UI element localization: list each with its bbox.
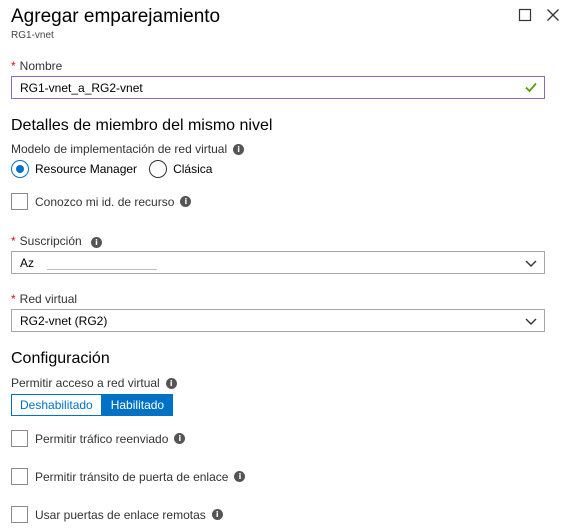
deployment-model-label: Modelo de implementación de red virtual …	[11, 142, 245, 156]
vnet-access-toggle: Deshabilitado Habilitado	[11, 394, 174, 416]
resource-id-checkbox[interactable]: Conozco mi id. de recurso i	[11, 193, 192, 210]
page-title: Agregar emparejamiento	[11, 6, 221, 27]
redacted-area	[47, 255, 157, 270]
required-asterisk: *	[11, 59, 16, 73]
info-icon[interactable]: i	[233, 143, 245, 155]
subscription-label: * Suscripción i	[11, 234, 103, 248]
checkbox-box[interactable]	[11, 468, 28, 485]
subscription-value: Az	[20, 256, 35, 270]
name-label: * Nombre	[11, 59, 63, 73]
required-asterisk: *	[11, 292, 16, 306]
radio-selected-icon	[11, 160, 29, 178]
radio-unselected-icon	[149, 160, 168, 178]
toggle-enabled-option[interactable]: Habilitado	[101, 394, 174, 416]
page-subtitle: RG1-vnet	[11, 30, 54, 41]
info-icon[interactable]: i	[234, 471, 246, 482]
chevron-down-icon	[525, 315, 537, 330]
virtual-network-select[interactable]: RG2-vnet (RG2)	[11, 309, 545, 332]
maximize-icon[interactable]	[518, 8, 534, 24]
name-input[interactable]: RG1-vnet_a_RG2-vnet	[11, 76, 545, 99]
allow-forwarded-traffic-checkbox[interactable]: Permitir tráfico reenviado i	[11, 430, 186, 447]
radio-classic[interactable]: Clásica	[149, 160, 212, 178]
info-icon[interactable]: i	[174, 433, 186, 444]
name-input-value: RG1-vnet_a_RG2-vnet	[20, 81, 143, 95]
virtual-network-value: RG2-vnet (RG2)	[20, 314, 108, 328]
info-icon[interactable]: i	[180, 196, 192, 207]
info-icon[interactable]: i	[165, 377, 177, 389]
checkbox-box[interactable]	[11, 193, 28, 210]
info-icon[interactable]: i	[91, 237, 103, 248]
close-icon[interactable]	[546, 8, 562, 24]
use-remote-gateways-checkbox[interactable]: Usar puertas de enlace remotas i	[11, 506, 223, 523]
virtual-network-label: * Red virtual	[11, 292, 78, 306]
allow-gateway-transit-checkbox[interactable]: Permitir tránsito de puerta de enlace i	[11, 468, 246, 485]
required-asterisk: *	[11, 234, 16, 248]
deployment-model-radio-group: Resource Manager Clásica	[11, 160, 224, 178]
toggle-disabled-option[interactable]: Deshabilitado	[11, 394, 102, 416]
radio-resource-manager[interactable]: Resource Manager	[11, 160, 137, 178]
peer-details-heading: Detalles de miembro del mismo nivel	[11, 117, 273, 134]
valid-check-icon	[524, 80, 538, 97]
chevron-down-icon	[525, 257, 537, 272]
configuration-heading: Configuración	[11, 350, 110, 367]
checkbox-box[interactable]	[11, 430, 28, 447]
vnet-access-label: Permitir acceso a red virtual i	[11, 376, 177, 390]
blade-header: Agregar emparejamiento RG1-vnet	[11, 6, 220, 41]
info-icon[interactable]: i	[211, 509, 223, 520]
checkbox-box[interactable]	[11, 506, 28, 523]
subscription-select[interactable]: Az	[11, 251, 545, 274]
